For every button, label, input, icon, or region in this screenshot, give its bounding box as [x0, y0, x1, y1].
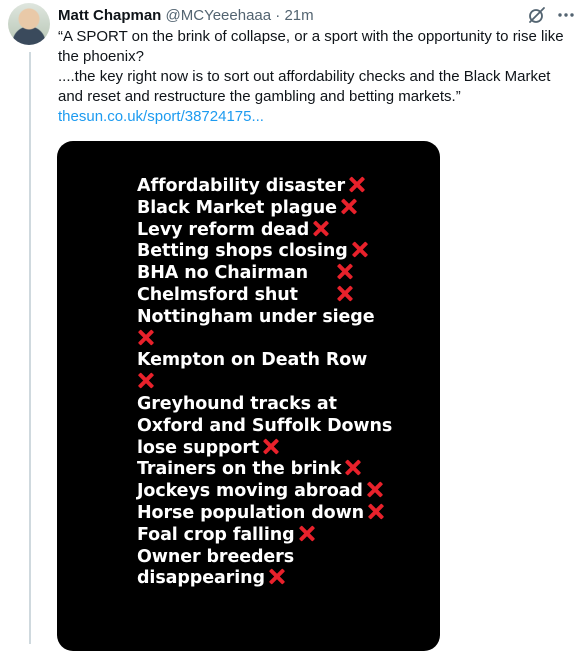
poster-line: Affordability disaster	[137, 176, 437, 198]
poster-line: Foal crop falling	[137, 525, 437, 547]
poster-line: lose support	[137, 438, 437, 460]
poster-line: Betting shops closing	[137, 241, 437, 263]
red-cross-icon	[262, 438, 279, 455]
poster-line-text: Horse population down	[137, 502, 365, 523]
article-link[interactable]: thesun.co.uk/sport/38724175...	[58, 108, 264, 125]
poster-line: Kempton on Death Row	[137, 350, 437, 372]
poster-line-text: Oxford and Suffolk Downs	[137, 415, 393, 436]
red-cross-icon	[348, 176, 365, 193]
tweet-text-line: “A SPORT on the brink of collapse, or a …	[58, 28, 564, 65]
poster-line: Levy reform dead	[137, 220, 437, 242]
poster-line-text: Affordability disaster	[137, 176, 345, 196]
poster-line-text: Greyhound tracks at	[137, 393, 337, 414]
thread-line	[29, 52, 31, 644]
poster-line-text: Black Market plague	[137, 197, 337, 218]
red-cross-icon	[312, 220, 329, 237]
poster-line: disappearing	[137, 568, 437, 590]
avatar[interactable]	[8, 3, 50, 45]
poster-line-text: Levy reform dead	[137, 219, 310, 240]
red-cross-icon	[298, 525, 315, 542]
poster-line: Greyhound tracks at	[137, 394, 437, 416]
poster-line-text: Betting shops closing	[137, 241, 348, 262]
poster-line-text: Nottingham under siege	[137, 306, 375, 327]
poster-line: Black Market plague	[137, 198, 437, 220]
poster-line: Nottingham under siege	[137, 307, 437, 329]
poster-line-text: Foal crop falling	[137, 524, 295, 545]
poster-line-text: lose support	[137, 437, 260, 458]
poster-line	[137, 372, 437, 394]
poster-line	[137, 329, 437, 351]
poster-line-text: Owner breeders	[137, 546, 295, 567]
tweet-text-line: ....the key right now is to sort out aff…	[58, 68, 551, 105]
poster-line: Oxford and Suffolk Downs	[137, 416, 437, 438]
red-cross-icon	[367, 503, 384, 520]
poster-line-text: Chelmsford shut	[137, 284, 298, 305]
poster-line: Owner breeders	[137, 547, 437, 569]
poster-line: Jockeys moving abroad	[137, 481, 437, 503]
tweet-image[interactable]: Affordability disaster Black Market plagu…	[57, 141, 440, 651]
red-cross-icon	[366, 481, 383, 498]
more-icon[interactable]	[556, 5, 576, 25]
poster-line: Trainers on the brink	[137, 459, 437, 481]
grok-icon[interactable]	[527, 5, 547, 25]
red-cross-icon	[336, 263, 353, 280]
author-handle[interactable]: @MCYeeehaaa	[166, 7, 272, 24]
poster-text-list: Affordability disaster Black Market plagu…	[137, 176, 437, 590]
red-cross-icon	[268, 568, 285, 585]
red-cross-icon	[336, 285, 353, 302]
tweet-header: Matt Chapman @MCYeeehaaa · 21m	[58, 6, 314, 26]
red-cross-icon	[137, 372, 154, 389]
poster-line: Horse population down	[137, 503, 437, 525]
red-cross-icon	[340, 198, 357, 215]
poster-line-text: BHA no Chairman	[137, 263, 308, 284]
red-cross-icon	[137, 329, 154, 346]
red-cross-icon	[344, 459, 361, 476]
poster-line: Chelmsford shut	[137, 285, 437, 307]
poster-line: BHA no Chairman	[137, 263, 437, 285]
tweet-text: “A SPORT on the brink of collapse, or a …	[58, 27, 573, 127]
separator-dot: ·	[275, 7, 281, 24]
poster-line-text: Trainers on the brink	[137, 459, 342, 480]
author-name[interactable]: Matt Chapman	[58, 7, 161, 24]
poster-line-text: Jockeys moving abroad	[137, 481, 363, 502]
poster-line-text: Kempton on Death Row	[137, 350, 368, 371]
poster-line-text: disappearing	[137, 568, 265, 589]
red-cross-icon	[351, 241, 368, 258]
tweet-time[interactable]: 21m	[284, 7, 313, 24]
